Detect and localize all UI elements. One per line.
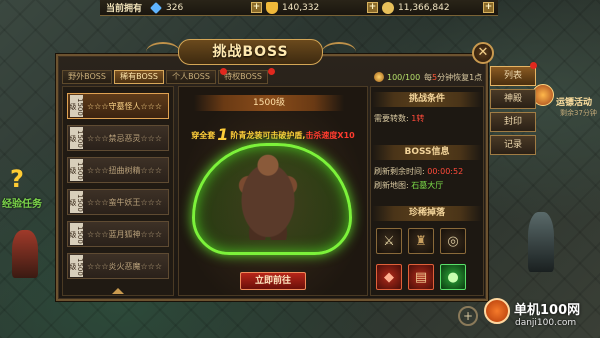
rare-drops-title: 珍稀掉落 <box>372 206 482 221</box>
level-badge: 1500级 <box>69 95 84 117</box>
promo-mid: 阶青龙装可击破护盾, <box>230 131 306 140</box>
title-ornament-right <box>322 42 356 62</box>
list-item[interactable]: 1500级 ☆☆☆蓝月狐神☆☆☆ <box>67 221 169 247</box>
ring-icon[interactable]: ◎ <box>440 228 466 254</box>
scroll-up-arrow-icon[interactable] <box>112 288 124 294</box>
list-item[interactable]: 1500级 ☆☆☆禁忌恶灵☆☆☆ <box>67 125 169 151</box>
promo-number: 1 <box>217 125 229 144</box>
list-item[interactable]: 1500级 ☆☆☆蛮牛妖王☆☆☆ <box>67 189 169 215</box>
go-now-button[interactable]: 立即前往 <box>240 272 306 290</box>
npc-figure-left[interactable] <box>12 230 38 278</box>
tab-personal-boss[interactable]: 个人BOSS <box>166 70 216 84</box>
potion-icon <box>374 72 384 82</box>
close-button[interactable]: ✕ <box>472 42 494 64</box>
promo-suffix: 击杀速度X10 <box>305 131 355 140</box>
owned-label: 当前拥有 <box>106 4 143 14</box>
boss-name: ☆☆☆炎火恶魔☆☆☆ <box>87 261 163 271</box>
add-ingot-button[interactable]: + <box>367 2 379 13</box>
panel-title: 挑战BOSS <box>178 39 323 65</box>
promo-prefix: 穿全套 <box>191 131 216 140</box>
recover-prefix: 每 <box>424 73 432 82</box>
recover-info: 每5分钟恢复1点 <box>424 72 482 83</box>
armor-icon[interactable]: ♜ <box>408 228 434 254</box>
stamina: 100/100 <box>374 72 420 82</box>
boss-tabs: 野外BOSS 稀有BOSS 个人BOSS 特权BOSS <box>62 70 268 84</box>
boss-model[interactable] <box>233 152 303 240</box>
resource-diamond: 326 + <box>150 1 263 14</box>
level-badge: 1500级 <box>69 159 84 181</box>
sword-icon[interactable]: ⚔ <box>376 228 402 254</box>
resource-coin: 11,366,842 + <box>382 1 495 14</box>
boss-list: 1500级 ☆☆☆守墓怪人☆☆☆ 1500级 ☆☆☆禁忌恶灵☆☆☆ 1500级 … <box>62 86 174 296</box>
diamond-value: 326 <box>166 2 184 13</box>
refresh-time-value: 00:00:52 <box>427 167 464 176</box>
coin-icon <box>382 1 395 14</box>
boss-name: ☆☆☆扭曲树精☆☆☆ <box>87 165 163 175</box>
red-gem-icon[interactable]: ◆ <box>376 264 402 290</box>
boss-level: 1500级 <box>194 95 344 111</box>
refresh-map-label: 刷新地图: <box>374 181 409 190</box>
level-badge: 1500级 <box>69 255 84 277</box>
event-timer: 剩余37分钟 <box>560 109 597 117</box>
add-diamond-button[interactable]: + <box>251 2 263 13</box>
refresh-map-value: 石墓大厅 <box>411 181 444 190</box>
list-item[interactable]: 1500级 ☆☆☆守墓怪人☆☆☆ <box>67 93 169 119</box>
ingot-value: 140,332 <box>282 2 320 13</box>
coin-value: 11,366,842 <box>398 2 450 13</box>
quest-label[interactable]: 经验任务 <box>2 195 42 210</box>
refresh-map-row: 刷新地图: 石墓大厅 <box>374 180 443 191</box>
refresh-time-label: 刷新剩余时间: <box>374 167 425 176</box>
promo-text: 穿全套 1 阶青龙装可击破护盾,击杀速度X10 <box>178 125 368 144</box>
green-orb-icon[interactable]: ● <box>440 264 466 290</box>
boss-info-title: BOSS信息 <box>372 145 482 160</box>
required-rebirth-row: 需要转数: 1转 <box>374 113 424 124</box>
level-badge: 1500级 <box>69 223 84 245</box>
add-coin-button[interactable]: + <box>483 2 495 13</box>
event-label[interactable]: 运镖活动 <box>556 95 592 108</box>
tab-rare-boss[interactable]: 稀有BOSS <box>114 70 164 84</box>
stamina-value: 100/100 <box>387 72 421 82</box>
title-ornament-left <box>146 42 180 62</box>
challenge-conditions-title: 挑战条件 <box>372 92 482 107</box>
book-icon[interactable]: ▤ <box>408 264 434 290</box>
list-item[interactable]: 1500级 ☆☆☆扭曲树精☆☆☆ <box>67 157 169 183</box>
list-item[interactable]: 1500级 ☆☆☆炎火恶魔☆☆☆ <box>67 253 169 279</box>
tab-field-boss[interactable]: 野外BOSS <box>62 70 112 84</box>
boss-name: ☆☆☆蛮牛妖王☆☆☆ <box>87 197 163 207</box>
diamond-icon <box>150 1 162 14</box>
boss-name: ☆☆☆守墓怪人☆☆☆ <box>87 101 163 111</box>
boss-name: ☆☆☆禁忌恶灵☆☆☆ <box>87 133 163 143</box>
tab-notification-dot <box>268 68 275 75</box>
brand-url: danji100.com <box>515 318 577 328</box>
side-button-seal[interactable]: 封印 <box>490 112 536 132</box>
level-badge: 1500级 <box>69 127 84 149</box>
drops-row-1: ⚔ ♜ ◎ <box>376 228 466 254</box>
joystick-icon[interactable]: + <box>458 306 478 326</box>
level-badge: 1500级 <box>69 191 84 213</box>
gold-ingot-icon <box>266 1 279 14</box>
tab-notification-dot <box>220 68 227 75</box>
drops-row-2: ◆ ▤ ● <box>376 264 466 290</box>
npc-figure-right[interactable] <box>528 212 554 272</box>
required-rebirth-label: 需要转数: <box>374 114 409 123</box>
question-mark-icon[interactable]: ? <box>10 165 26 193</box>
side-button-list[interactable]: 列表 <box>490 66 536 86</box>
resource-ingot: 140,332 + <box>266 1 379 14</box>
brand-name: 单机100网 <box>514 303 581 318</box>
side-notification-dot <box>530 62 537 69</box>
brand-logo-icon <box>484 298 510 324</box>
resource-bar: 当前拥有 326 + 140,332 + 11,366,842 + <box>100 0 498 16</box>
boss-name: ☆☆☆蓝月狐神☆☆☆ <box>87 229 163 239</box>
side-button-temple[interactable]: 神殿 <box>490 89 536 109</box>
recover-suffix: 分钟恢复1点 <box>437 73 483 82</box>
side-button-records[interactable]: 记录 <box>490 135 536 155</box>
refresh-time-row: 刷新剩余时间: 00:00:52 <box>374 166 463 177</box>
required-rebirth-value: 1转 <box>411 114 425 123</box>
